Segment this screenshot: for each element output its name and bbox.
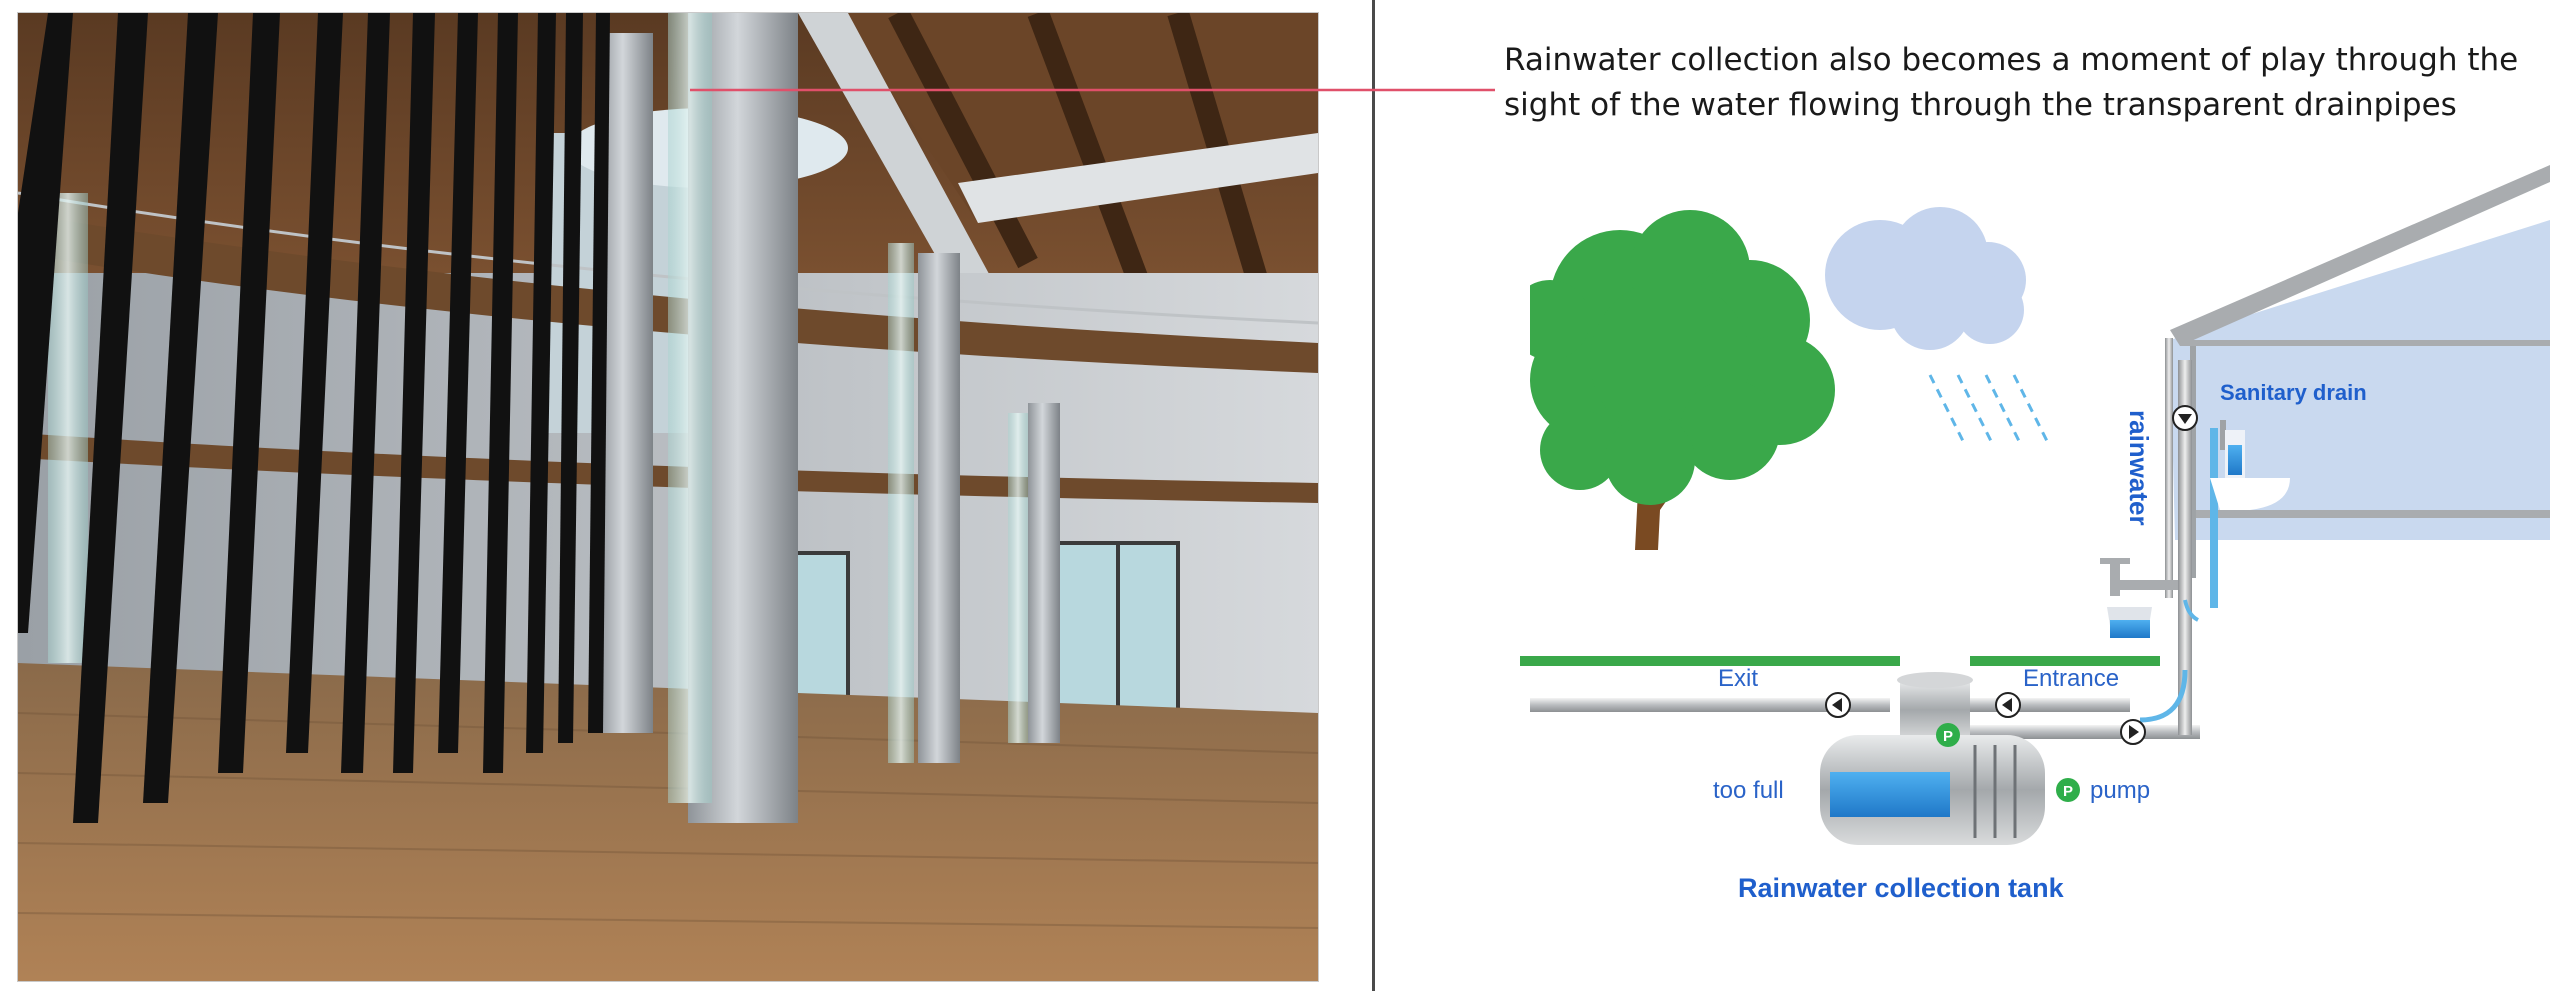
pump-legend-badge-text: P — [2063, 783, 2073, 800]
rainwater-diagram: P P rainwater Sanitary drain Exit Entran… — [1510, 160, 2550, 920]
panel-divider — [1372, 0, 1375, 991]
rain-icon — [1928, 374, 2051, 446]
label-sanitary-drain: Sanitary drain — [2220, 380, 2367, 405]
caption: Rainwater collection also becomes a mome… — [1504, 38, 2544, 128]
caption-line-1: Rainwater collection also becomes a mome… — [1504, 42, 2519, 78]
interior-rendering — [17, 12, 1319, 982]
label-too-full: too full — [1713, 777, 1784, 804]
caption-line-2: sight of the water flowing through the t… — [1504, 87, 2457, 123]
label-exit: Exit — [1718, 665, 1758, 692]
label-entrance: Entrance — [2023, 665, 2119, 692]
cloud-icon — [1825, 207, 2026, 350]
interior-rendering-graphic — [18, 13, 1318, 981]
tree-illustration — [1510, 210, 1835, 560]
label-rainwater: rainwater — [2124, 410, 2154, 526]
pump-badge-text: P — [1943, 728, 1953, 745]
rainwater-diagram-graphic: P P rainwater Sanitary drain Exit Entran… — [1510, 165, 2550, 903]
label-collection-tank: Rainwater collection tank — [1738, 873, 2065, 903]
label-pump: pump — [2090, 777, 2150, 804]
